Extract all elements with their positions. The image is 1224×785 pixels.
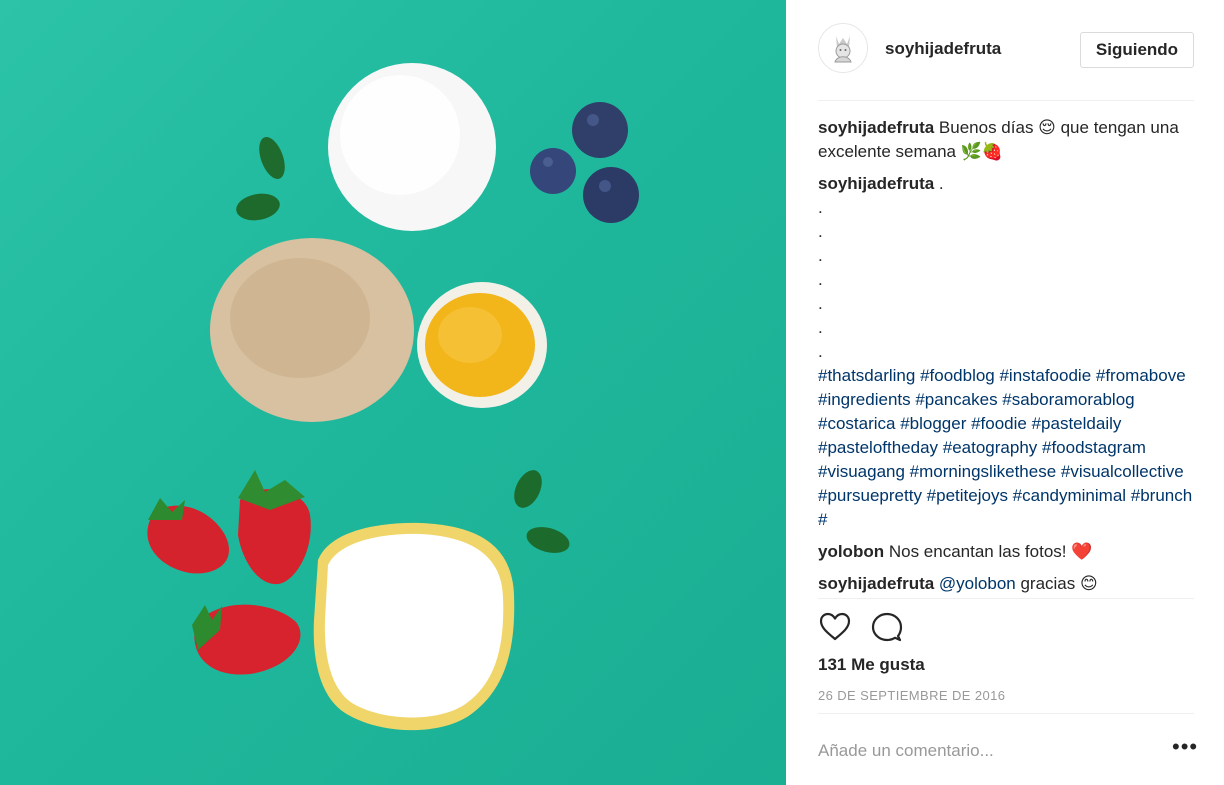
more-options-icon[interactable]: ••• xyxy=(1172,736,1197,762)
caption-dot: . xyxy=(818,246,823,265)
comment-username[interactable]: soyhijadefruta xyxy=(818,574,934,593)
comment-item: soyhijadefruta @yolobon gracias 😊 xyxy=(818,572,1194,596)
header-divider xyxy=(818,100,1194,101)
caption-item: soyhijadefruta . . . . . . . . #thatsdar… xyxy=(818,172,1194,532)
add-comment-input[interactable] xyxy=(818,735,1158,767)
blueberry xyxy=(572,102,628,158)
comments-divider xyxy=(818,598,1194,599)
caption-hashtags[interactable]: #thatsdarling #foodblog #instafoodie #fr… xyxy=(818,364,1194,532)
footer-divider xyxy=(818,713,1194,714)
comment-item: soyhijadefruta Buenos días 😌 que tengan … xyxy=(818,116,1194,164)
post-date: 26 DE SEPTIEMBRE DE 2016 xyxy=(818,688,1006,703)
caption-dots: . . . . . . . xyxy=(818,196,1194,364)
heart-icon[interactable] xyxy=(818,610,852,644)
mint-leaf xyxy=(259,136,285,180)
caption-dot: . xyxy=(818,342,823,361)
comments-list[interactable]: soyhijadefruta Buenos días 😌 que tengan … xyxy=(818,116,1194,598)
milk xyxy=(324,533,504,718)
avatar[interactable] xyxy=(818,23,868,73)
blueberry xyxy=(530,148,576,194)
strawberry xyxy=(194,604,301,675)
blueberry xyxy=(583,167,639,223)
comment-text: Nos encantan las fotos! ❤️ xyxy=(884,542,1093,561)
comment-username[interactable]: soyhijadefruta xyxy=(818,174,934,193)
comment-bubble-icon[interactable] xyxy=(870,610,904,644)
comment-mention[interactable]: @yolobon xyxy=(934,574,1016,593)
post-photo[interactable] xyxy=(0,0,786,785)
comment-text: gracias 😊 xyxy=(1015,574,1098,593)
caption-dot: . xyxy=(818,198,823,217)
caption-dot: . xyxy=(818,294,823,313)
caption-dot: . xyxy=(818,222,823,241)
post-username[interactable]: soyhijadefruta xyxy=(885,39,1001,59)
following-button[interactable]: Siguiendo xyxy=(1080,32,1194,68)
food-flatlay-illustration xyxy=(147,63,639,731)
caption-dot: . xyxy=(818,318,823,337)
comment-username[interactable]: yolobon xyxy=(818,542,884,561)
comment-username[interactable]: soyhijadefruta xyxy=(818,118,934,137)
caption-dot: . xyxy=(818,270,823,289)
post-header: soyhijadefruta Siguiendo xyxy=(818,22,1194,78)
mint-leaf xyxy=(236,193,280,221)
post-side-panel: soyhijadefruta Siguiendo soyhijadefruta … xyxy=(786,0,1224,785)
mint-leaf xyxy=(514,470,542,508)
post-actions xyxy=(818,610,938,646)
comment-text: . xyxy=(934,174,944,193)
mint-leaf xyxy=(526,527,570,553)
avatar-illustration-icon xyxy=(819,24,867,72)
likes-count[interactable]: 131 Me gusta xyxy=(818,655,925,675)
comment-item: yolobon Nos encantan las fotos! ❤️ xyxy=(818,540,1194,564)
